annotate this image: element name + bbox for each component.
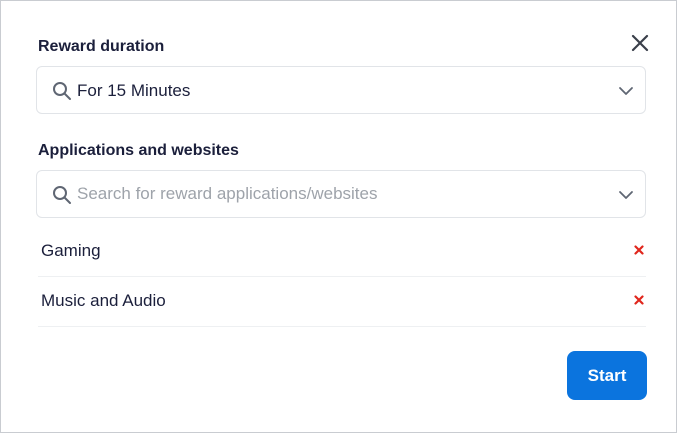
close-icon [631, 34, 649, 52]
chevron-down-icon[interactable] [618, 83, 634, 99]
reward-duration-value: For 15 Minutes [77, 81, 191, 100]
selected-applications-list: Gaming Music and Audio [38, 227, 646, 327]
reward-duration-label: Reward duration [38, 38, 165, 55]
chevron-down-icon[interactable] [618, 187, 634, 203]
list-item: Gaming [38, 227, 646, 277]
close-icon[interactable] [633, 244, 645, 256]
applications-label: Applications and websites [38, 142, 239, 159]
application-name: Music and Audio [41, 291, 166, 310]
close-button[interactable] [628, 31, 652, 55]
applications-search-input[interactable] [77, 181, 597, 207]
application-name: Gaming [41, 241, 101, 260]
start-button[interactable]: Start [567, 351, 647, 400]
search-icon [53, 82, 71, 100]
close-icon[interactable] [633, 294, 645, 306]
applications-search-select[interactable] [36, 170, 646, 218]
search-icon [53, 186, 71, 204]
reward-dialog: Reward duration For 15 Minutes Applicati… [0, 0, 677, 433]
reward-duration-select[interactable]: For 15 Minutes [36, 66, 646, 114]
list-item: Music and Audio [38, 277, 646, 327]
